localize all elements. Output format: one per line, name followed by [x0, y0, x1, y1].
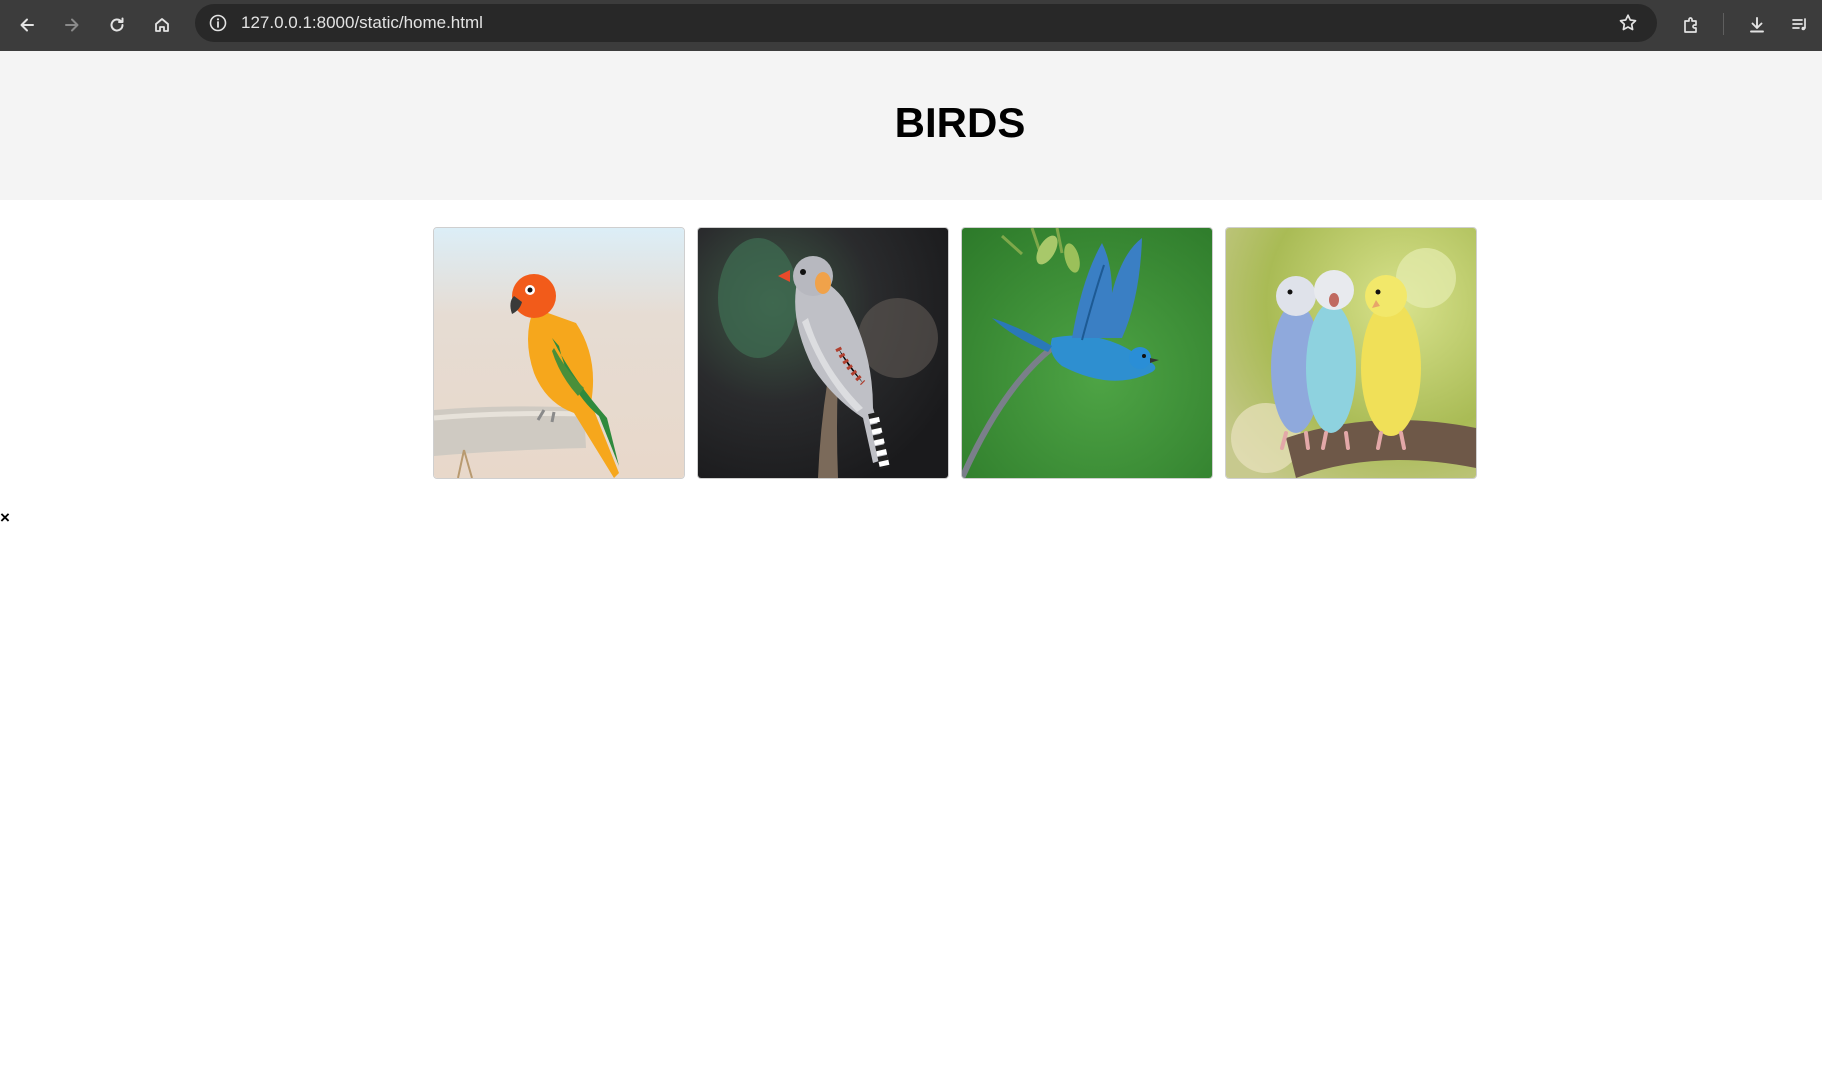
- toolbar-separator: [1723, 13, 1724, 35]
- site-info-icon[interactable]: [208, 13, 228, 33]
- home-icon: [155, 18, 169, 32]
- media-controls-icon: [1792, 18, 1806, 31]
- home-button[interactable]: [144, 7, 180, 43]
- reload-icon: [110, 17, 124, 32]
- download-icon: [1750, 17, 1764, 33]
- forward-arrow-icon: [65, 18, 79, 32]
- address-bar[interactable]: 127.0.0.1:8000/static/home.html: [195, 4, 1657, 42]
- bookmark-star-icon[interactable]: [1617, 12, 1639, 34]
- page-content: BIRDS ×: [0, 51, 1822, 1077]
- back-arrow-icon: [20, 18, 34, 32]
- page-header: BIRDS: [0, 51, 1822, 200]
- page-title: BIRDS: [894, 99, 1026, 146]
- sun-conure-parrot-image[interactable]: [433, 227, 685, 479]
- media-controls-button[interactable]: [1782, 7, 1818, 43]
- forward-button[interactable]: [54, 7, 90, 43]
- extensions-icon: [1684, 17, 1697, 33]
- budgerigars-trio-image[interactable]: [1225, 227, 1477, 479]
- blue-bird-in-flight-image[interactable]: [961, 227, 1213, 479]
- bird-gallery: [433, 227, 1489, 479]
- back-button[interactable]: [9, 7, 45, 43]
- zebra-finch-image[interactable]: [697, 227, 949, 479]
- extensions-button[interactable]: [1673, 7, 1709, 43]
- close-button[interactable]: ×: [0, 508, 10, 528]
- reload-button[interactable]: [99, 7, 135, 43]
- url-text[interactable]: 127.0.0.1:8000/static/home.html: [241, 13, 483, 33]
- download-button[interactable]: [1739, 7, 1775, 43]
- browser-toolbar: 127.0.0.1:8000/static/home.html: [0, 0, 1822, 51]
